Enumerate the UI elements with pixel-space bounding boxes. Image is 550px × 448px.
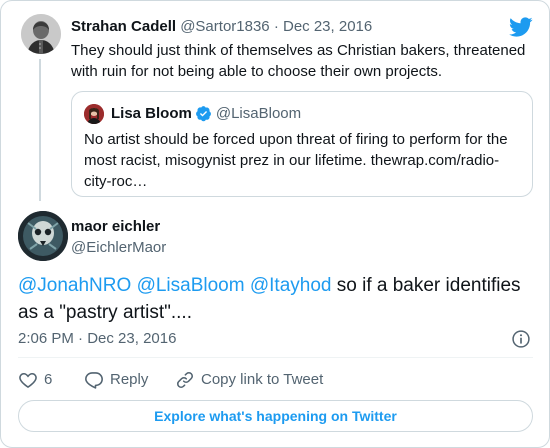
- main-author-handle[interactable]: @EichlerMaor: [71, 239, 166, 256]
- quote-header: Lisa Bloom @LisaBloom: [111, 105, 301, 122]
- reply-label: Reply: [110, 371, 149, 388]
- parent-separator: ·: [273, 18, 279, 35]
- quote-author-name: Lisa Bloom: [111, 105, 192, 122]
- skull-art-avatar-icon: [18, 211, 68, 261]
- main-avatar[interactable]: [18, 211, 68, 261]
- heart-icon: [19, 372, 37, 389]
- thread-line: [39, 59, 41, 201]
- tweet-time[interactable]: 2:06 PM: [18, 330, 74, 347]
- parent-author-name[interactable]: Strahan Cadell: [71, 18, 176, 35]
- link-icon: [177, 372, 193, 388]
- divider: [18, 357, 533, 358]
- main-author-name[interactable]: maor eichler: [71, 218, 160, 235]
- quoted-tweet[interactable]: Lisa Bloom @LisaBloom No artist should b…: [71, 91, 533, 197]
- main-tweet-text: @JonahNRO @LisaBloom @Itayhod so if a ba…: [18, 272, 533, 326]
- explore-twitter-button[interactable]: Explore what's happening on Twitter: [18, 400, 533, 432]
- twitter-bird-icon[interactable]: [509, 15, 533, 39]
- mention-link[interactable]: @JonahNRO: [18, 275, 131, 296]
- info-icon[interactable]: [511, 329, 531, 349]
- parent-author-handle[interactable]: @Sartor1836: [180, 18, 269, 35]
- like-count: 6: [44, 371, 53, 388]
- reply-button[interactable]: Reply: [84, 370, 148, 390]
- verified-badge-icon: [195, 106, 211, 122]
- mention-link[interactable]: @LisaBloom: [137, 275, 245, 296]
- parent-avatar[interactable]: [21, 14, 61, 54]
- like-button[interactable]: 6: [18, 370, 52, 390]
- parent-date[interactable]: Dec 23, 2016: [283, 18, 372, 35]
- tweet-embed-card: Strahan Cadell @Sartor1836 · Dec 23, 201…: [0, 0, 550, 448]
- reply-bubble-icon: [85, 372, 103, 389]
- copy-link-label: Copy link to Tweet: [201, 371, 324, 388]
- tweet-date[interactable]: Dec 23, 2016: [87, 330, 176, 347]
- quote-author-handle: @LisaBloom: [215, 105, 302, 122]
- timestamp-separator: ·: [78, 330, 84, 347]
- person-avatar-icon: [84, 104, 104, 124]
- parent-header: Strahan Cadell @Sartor1836 · Dec 23, 201…: [71, 18, 372, 35]
- copy-link-button[interactable]: Copy link to Tweet: [175, 370, 323, 390]
- parent-tweet-text: They should just think of themselves as …: [71, 42, 526, 80]
- quote-avatar: [84, 104, 104, 124]
- mention-link[interactable]: @Itayhod: [250, 275, 332, 296]
- quote-tweet-text: No artist should be forced upon threat o…: [84, 131, 508, 190]
- tweet-timestamp[interactable]: 2:06 PM · Dec 23, 2016: [18, 330, 176, 347]
- portrait-avatar-icon: [21, 14, 61, 54]
